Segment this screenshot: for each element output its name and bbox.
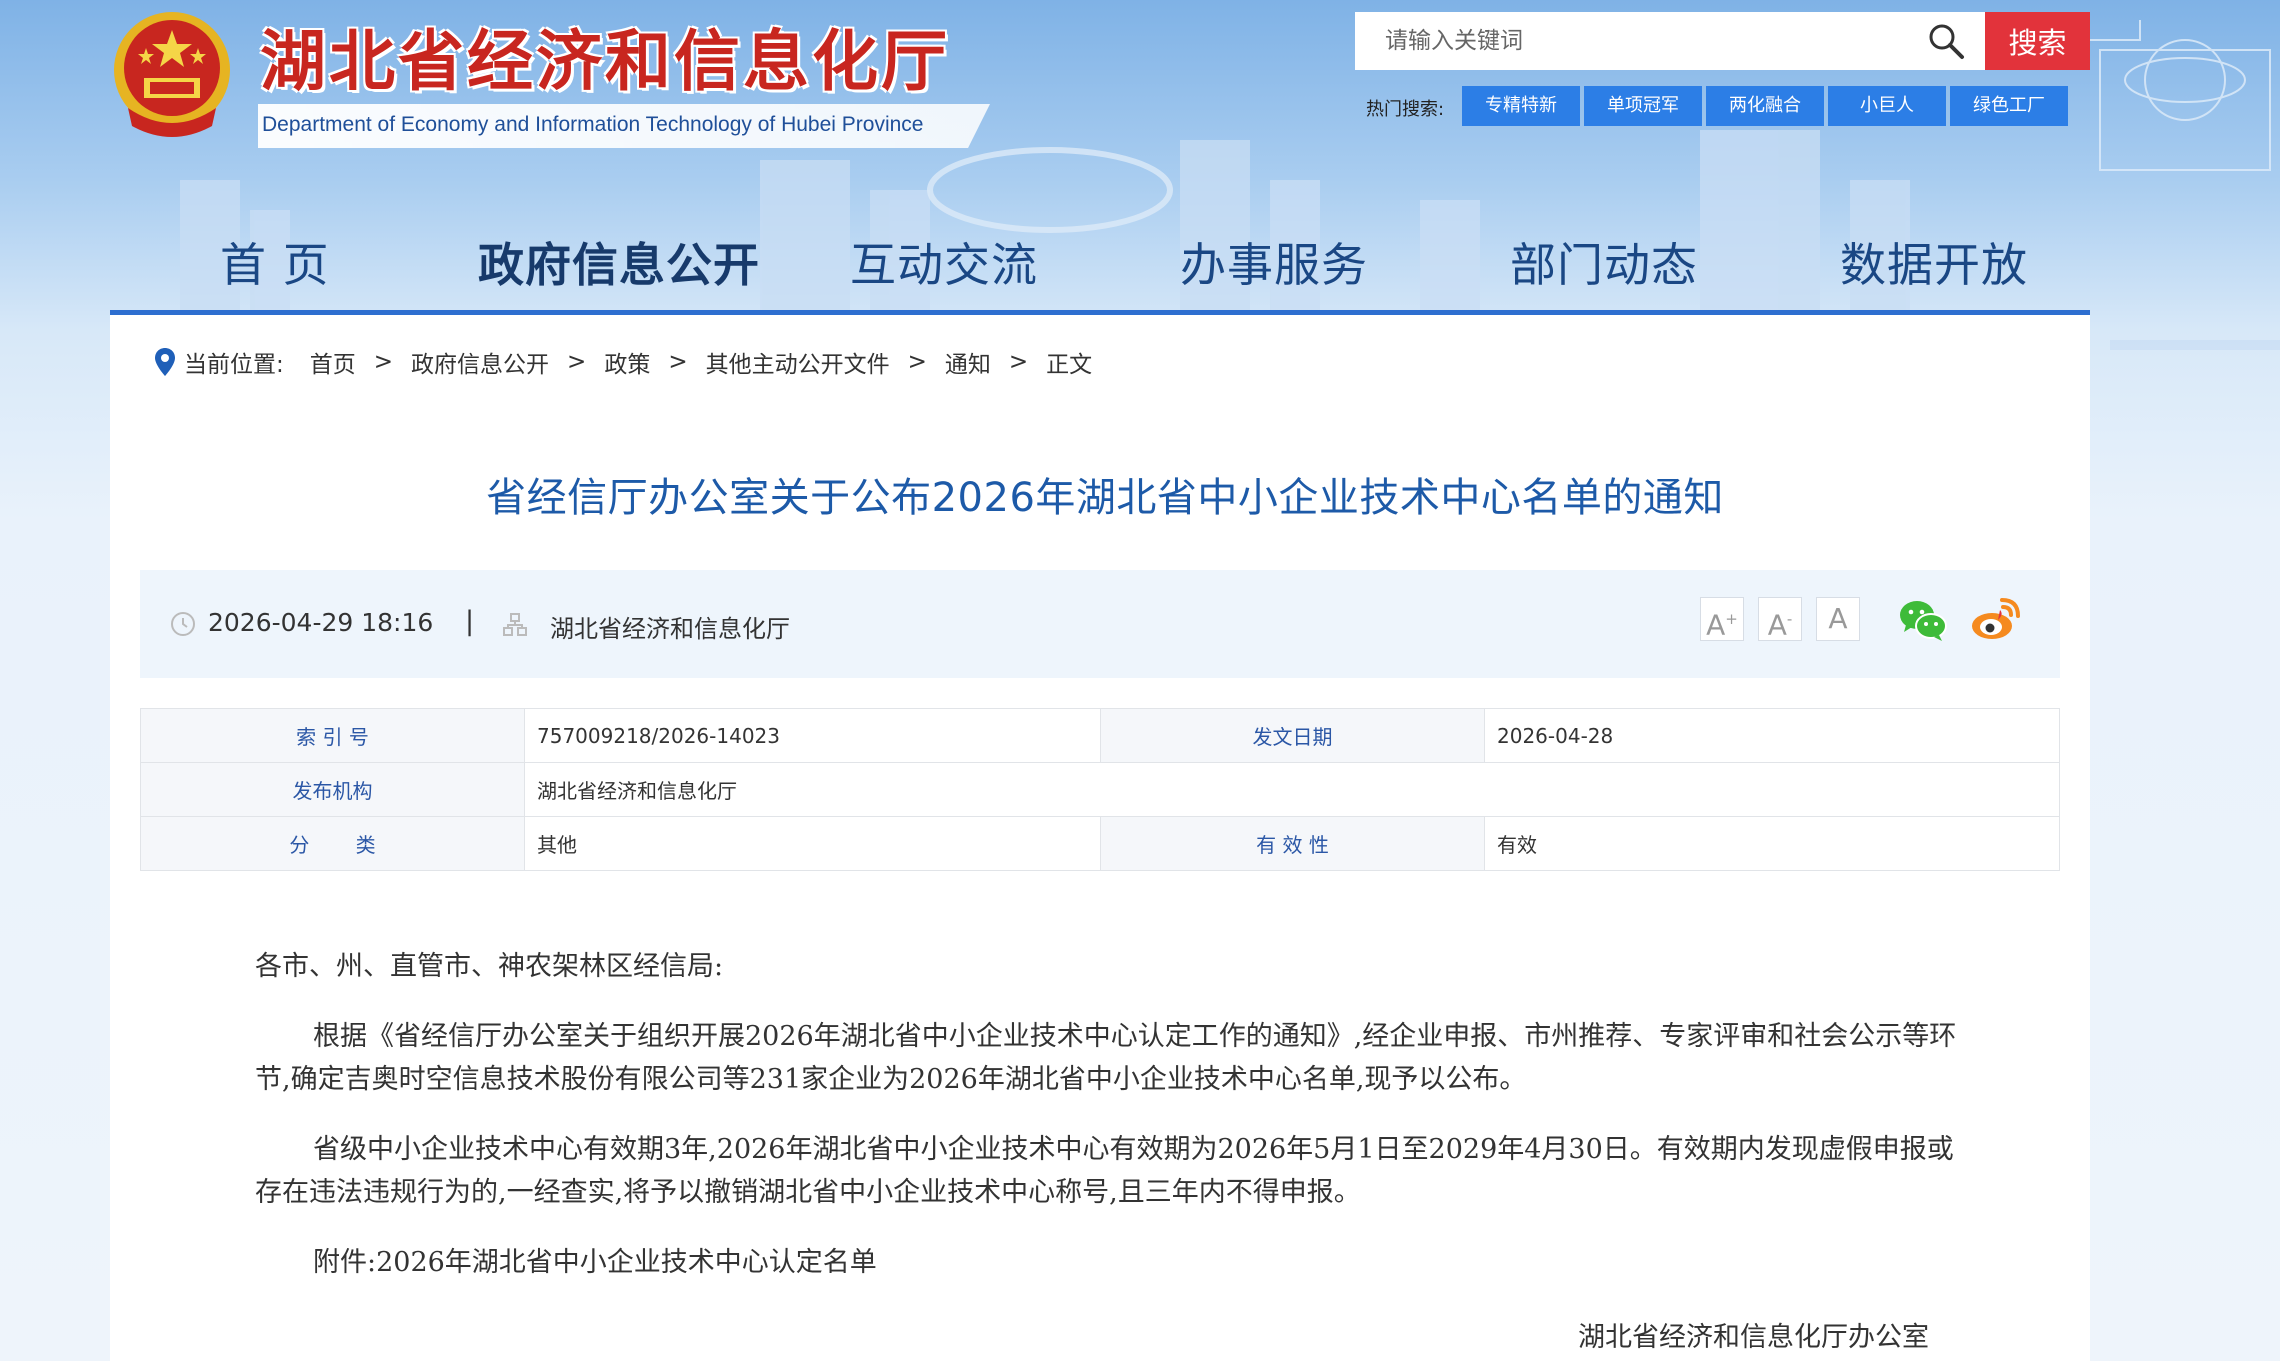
body-paragraph-1: 根据《省经信厅办公室关于组织开展2026年湖北省中小企业技术中心认定工作的通知》… <box>255 1021 1957 1095</box>
breadcrumb-other-files[interactable]: 其他主动公开文件 <box>706 345 890 379</box>
body-paragraph-2: 省级中小企业技术中心有效期3年,2026年湖北省中小企业技术中心有效期为2026… <box>255 1134 1954 1208</box>
issue-date-value: 2026-04-28 <box>1484 708 2060 763</box>
hot-tag-5[interactable]: 绿色工厂 <box>1950 86 2068 126</box>
attachment-line[interactable]: 附件:2026年湖北省中小企业技术中心认定名单 <box>255 1241 1960 1284</box>
site-subtitle: Department of Economy and Information Te… <box>258 104 990 148</box>
breadcrumb-gov-info[interactable]: 政府信息公开 <box>411 345 549 379</box>
organization-icon <box>503 613 527 636</box>
breadcrumb-separator: > <box>373 349 394 375</box>
nav-item-dept-news[interactable]: 部门动态 <box>1510 220 1698 310</box>
index-label: 索 引 号 <box>140 708 525 763</box>
search-box: 搜索 <box>1355 12 2090 70</box>
salutation: 各市、州、直管市、神农架林区经信局: <box>255 951 724 982</box>
decorative-tech-lines <box>2065 20 2271 171</box>
breadcrumb-separator: > <box>907 349 927 375</box>
breadcrumb-label: 当前位置: <box>184 352 284 378</box>
publishing-org-label: 发布机构 <box>140 762 525 817</box>
category-label: 分 类 <box>140 816 525 871</box>
national-emblem-icon <box>114 12 230 137</box>
site-title: 湖北省经济和信息化厅 <box>260 23 950 100</box>
table-row: 发布机构 湖北省经济和信息化厅 <box>140 762 2060 817</box>
issue-date-label: 发文日期 <box>1100 708 1485 763</box>
validity-label: 有 效 性 <box>1100 816 1485 871</box>
hot-search-label: 热门搜索: <box>1366 99 1445 120</box>
breadcrumb-separator: > <box>668 349 688 375</box>
breadcrumb-separator: > <box>567 349 587 375</box>
search-input[interactable] <box>1355 12 1955 70</box>
weibo-icon[interactable] <box>1970 596 2022 642</box>
font-decrease-button[interactable]: A- <box>1758 597 1802 641</box>
table-row: 索 引 号 757009218/2026-14023 发文日期 2026-04-… <box>140 708 2060 763</box>
index-value: 757009218/2026-14023 <box>524 708 1101 763</box>
validity-value: 有效 <box>1484 816 2060 871</box>
nav-item-home[interactable]: 首 页 <box>220 220 330 310</box>
article-body: 各市、州、直管市、神农架林区经信局: 根据《省经信厅办公室关于组织开展2026年… <box>255 945 1960 1311</box>
breadcrumb-current: 正文 <box>1046 352 1093 378</box>
search-button[interactable]: 搜索 <box>1985 12 2090 70</box>
article-title: 省经信厅办公室关于公布2026年湖北省中小企业技术中心名单的通知 <box>486 475 1724 521</box>
hot-tag-3[interactable]: 两化融合 <box>1706 86 1824 126</box>
search-icon[interactable] <box>1926 21 1966 61</box>
nav-item-open-data[interactable]: 数据开放 <box>1840 220 2028 310</box>
table-row: 分 类 其他 有 效 性 有效 <box>140 816 2060 871</box>
nav-item-interaction[interactable]: 互动交流 <box>850 220 1038 310</box>
category-value: 其他 <box>524 816 1101 871</box>
nav-item-services[interactable]: 办事服务 <box>1180 220 1368 310</box>
font-increase-button[interactable]: A+ <box>1700 597 1744 641</box>
publishing-org-value: 湖北省经济和信息化厅 <box>524 762 2060 817</box>
breadcrumb-policy[interactable]: 政策 <box>604 345 650 379</box>
breadcrumb-notice[interactable]: 通知 <box>945 345 991 379</box>
location-pin-icon <box>155 348 175 376</box>
article-meta-bar: 2026-04-29 18:16 | 湖北省经济和信息化厅 A+ A- A <box>140 570 2060 678</box>
meta-divider: | <box>465 606 475 637</box>
main-nav: 首 页 政府信息公开 互动交流 办事服务 部门动态 数据开放 <box>110 220 2090 310</box>
signature: 湖北省经济和信息化厅办公室 <box>1578 1322 1929 1353</box>
hot-tag-4[interactable]: 小巨人 <box>1828 86 1946 126</box>
content-panel: 当前位置: 首页 > 政府信息公开 > 政策 > 其他主动公开文件 > 通知 >… <box>110 315 2090 1361</box>
font-default-button[interactable]: A <box>1816 597 1860 641</box>
breadcrumb-separator: > <box>1008 349 1029 375</box>
clock-icon <box>171 612 195 636</box>
breadcrumb-home[interactable]: 首页 <box>310 345 356 379</box>
breadcrumb: 当前位置: 首页 > 政府信息公开 > 政策 > 其他主动公开文件 > 通知 >… <box>154 345 1092 379</box>
nav-item-gov-info[interactable]: 政府信息公开 <box>478 220 760 310</box>
hot-tag-2[interactable]: 单项冠军 <box>1584 86 1702 126</box>
hot-tag-1[interactable]: 专精特新 <box>1462 86 1580 126</box>
publish-datetime: 2026-04-29 18:16 <box>208 608 434 637</box>
document-info-table: 索 引 号 757009218/2026-14023 发文日期 2026-04-… <box>140 708 2060 871</box>
wechat-icon[interactable] <box>1898 598 1948 642</box>
publisher-name: 湖北省经济和信息化厅 <box>550 615 790 643</box>
